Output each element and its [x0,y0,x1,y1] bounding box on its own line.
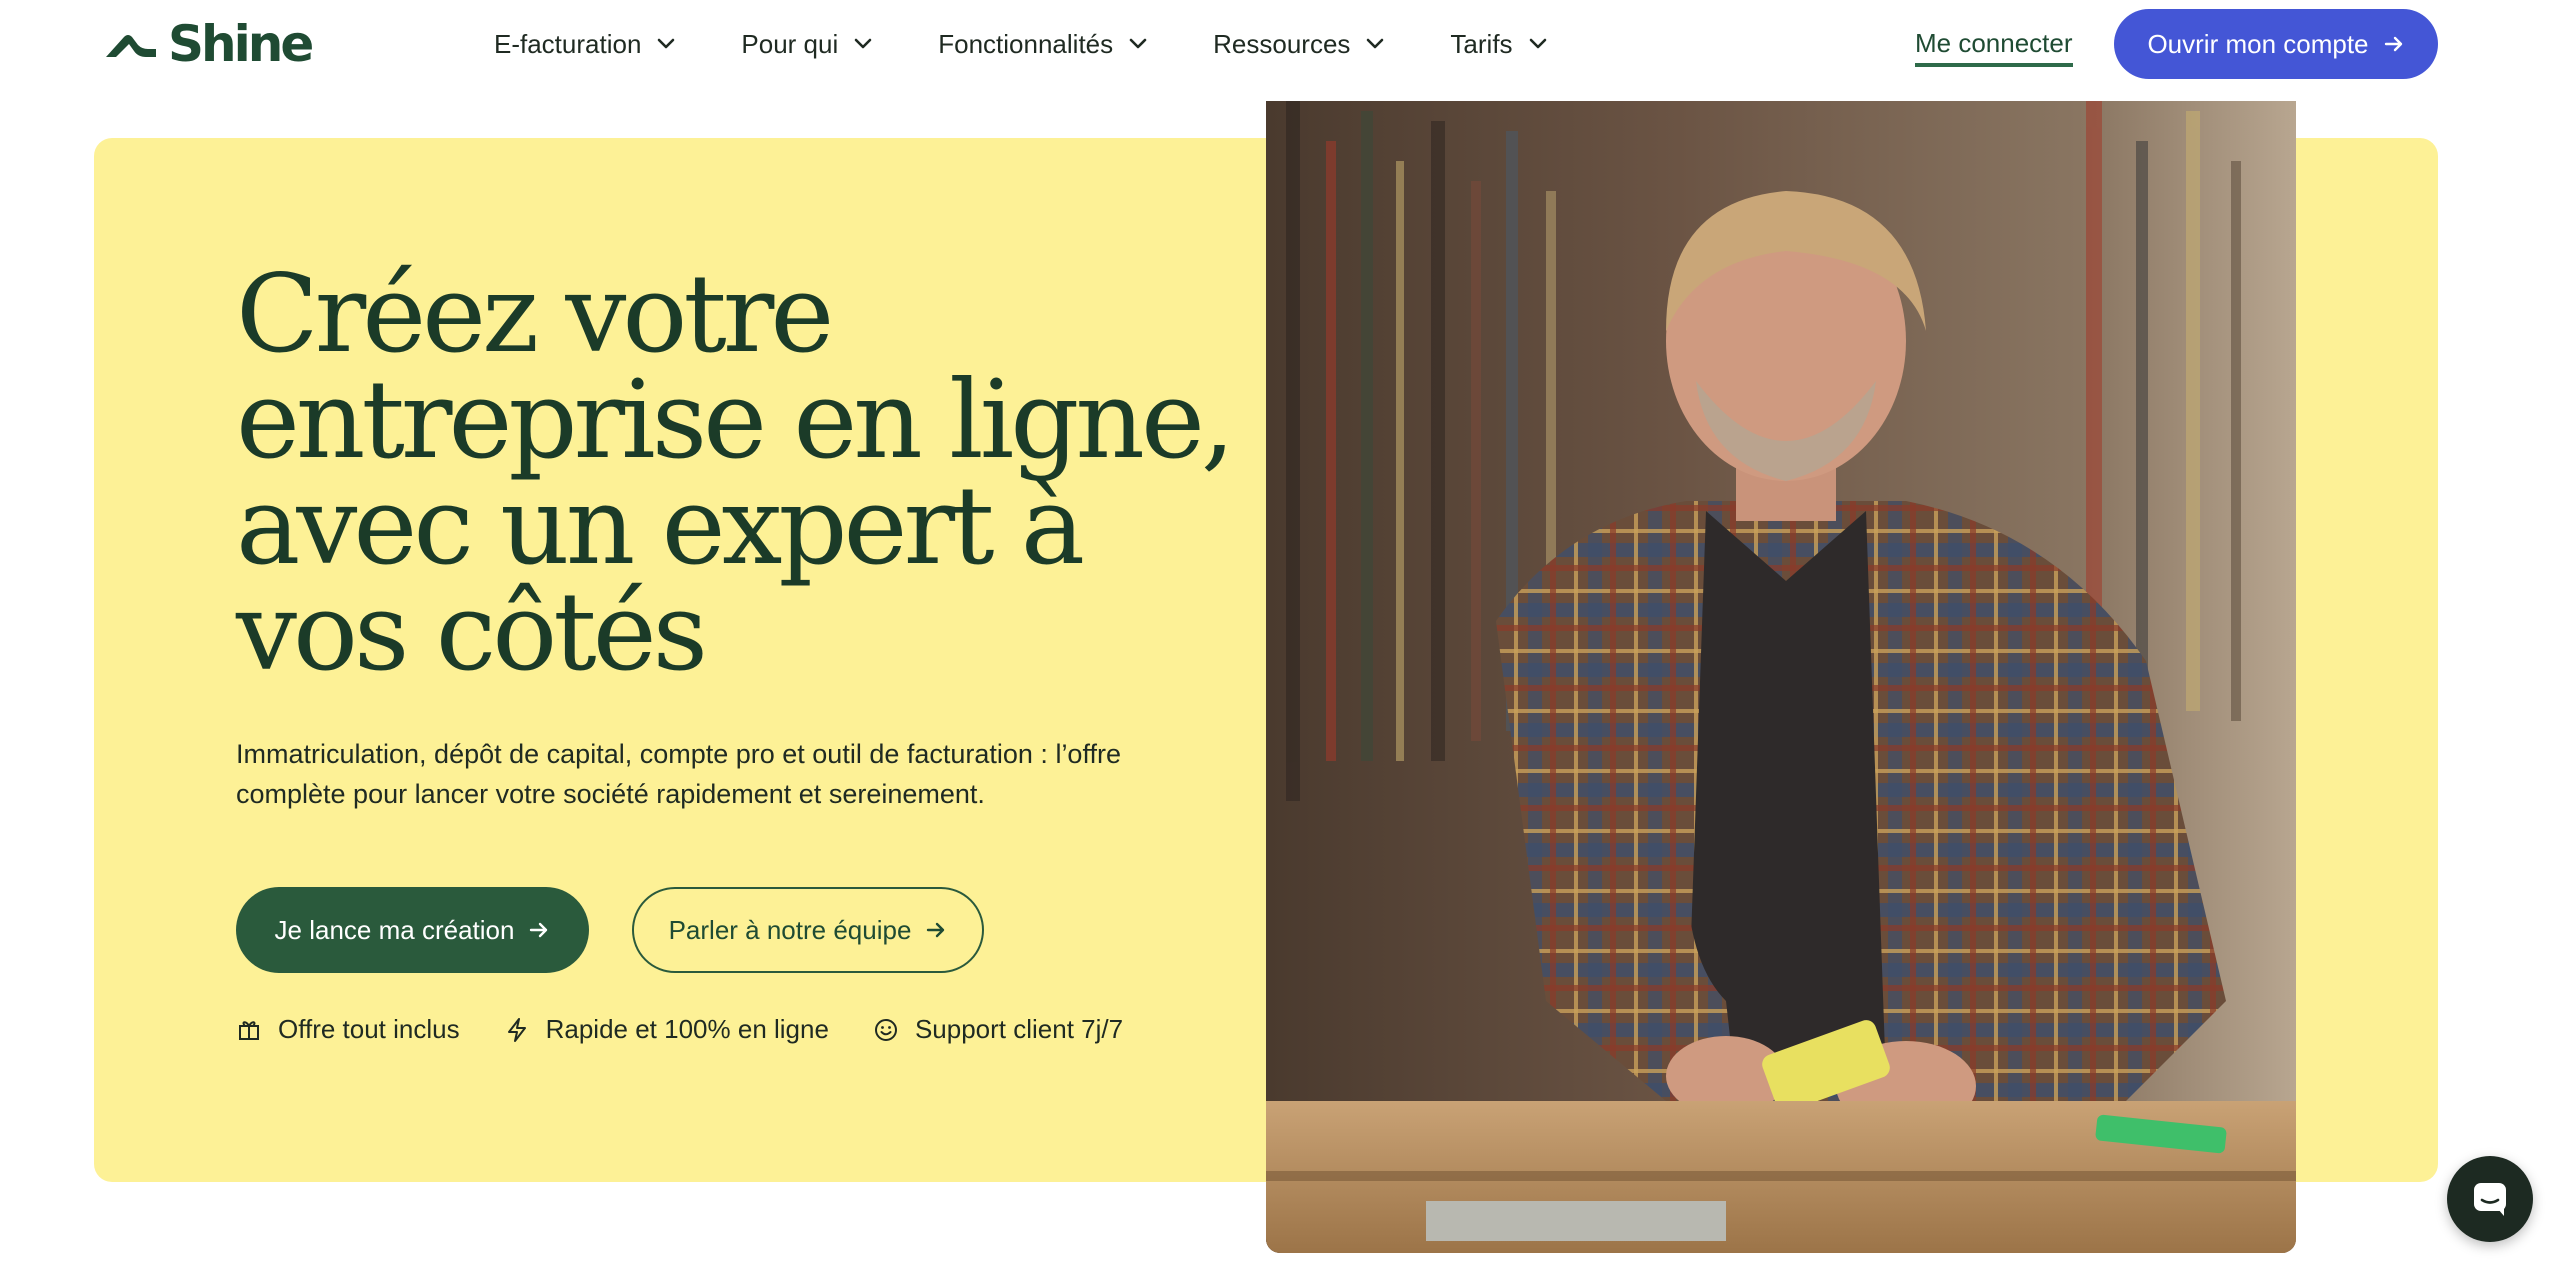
shine-logo[interactable]: Shine [104,15,314,73]
feature-item: Support client 7j/7 [873,1014,1123,1045]
open-account-label: Ouvrir mon compte [2147,28,2369,59]
nav-item-e-facturation[interactable]: E-facturation [494,29,675,60]
lightning-icon [507,1017,526,1042]
nav-item-label: Pour qui [741,28,839,59]
chevron-down-icon [658,38,675,49]
feature-item: Rapide et 100% en ligne [504,1014,829,1045]
shine-logo-icon [106,35,156,57]
smiley-icon [874,1018,897,1041]
nav-item-label: Fonctionnalités [938,28,1114,59]
hero-title: Créez votre entreprise en ligne, avec un… [236,252,1235,695]
brand-name: Shine [168,15,314,73]
start-creation-label: Je lance ma création [274,914,515,945]
nav-item-pour-qui[interactable]: Pour qui [741,29,872,60]
nav-item-tarifs[interactable]: Tarifs [1450,29,1546,60]
nav-item-label: Tarifs [1450,28,1513,59]
login-link[interactable]: Me connecter [1915,28,2073,67]
chevron-down-icon [854,38,872,49]
nav-item-ressources[interactable]: Ressources [1213,29,1384,60]
nav-item-fonctionnalites[interactable]: Fonctionnalités [938,29,1147,60]
feature-item: Offre tout inclus [236,1014,460,1045]
feature-label: Offre tout inclus [278,1014,460,1044]
start-creation-button[interactable]: Je lance ma création [236,887,589,973]
hero-subtitle: Immatriculation, dépôt de capital, compt… [236,739,1121,809]
chevron-down-icon [1367,38,1384,49]
craftsman-illustration [1266,101,2296,1253]
chat-icon [2474,1183,2506,1216]
feature-label: Support client 7j/7 [914,1014,1124,1044]
feature-list: Offre tout inclus Rapide et 100% en lign… [236,1014,1167,1045]
open-account-button[interactable]: Ouvrir mon compte [2114,9,2438,79]
chat-launcher-button[interactable] [2447,1156,2533,1242]
feature-label: Rapide et 100% en ligne [545,1014,829,1044]
gift-icon [239,1020,259,1040]
talk-to-team-label: Parler à notre équipe [668,914,912,945]
site-header: Shine E-facturation Pour qui Fonctionnal… [0,0,2560,88]
hero-photo-craftsman [1266,101,2296,1253]
chevron-down-icon [1129,38,1147,49]
nav-item-label: Ressources [1213,28,1351,59]
arrow-right-icon [530,922,548,938]
arrow-right-icon [927,922,945,938]
chevron-down-icon [1529,38,1546,49]
talk-to-team-button[interactable]: Parler à notre équipe [632,887,984,973]
arrow-right-icon [2384,36,2402,52]
main-nav: E-facturation Pour qui Fonctionnalités R… [494,0,1613,88]
nav-item-label: E-facturation [494,28,642,59]
